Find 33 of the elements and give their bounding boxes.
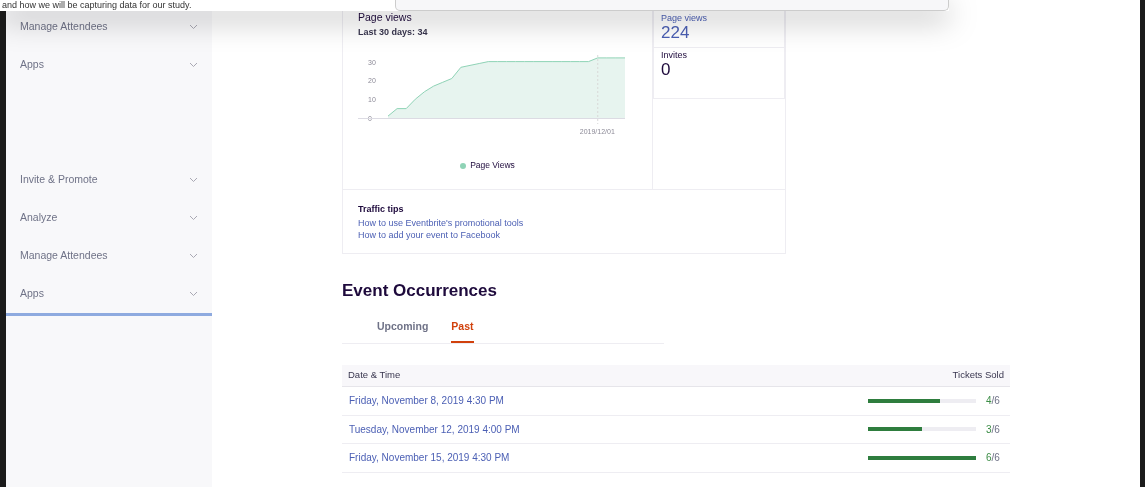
date-link[interactable]: Tuesday, November 12, 2019 4:00 PM	[349, 421, 520, 437]
legend-label: Page Views	[470, 159, 515, 172]
chevron-icon	[189, 24, 198, 30]
tickets-count: 4/6	[986, 394, 1001, 409]
tickets-count: 6/6	[986, 451, 1001, 466]
dialog-text: and how we will be capturing data for our study.	[0, 0, 355, 11]
stat-value: 224	[661, 23, 691, 43]
sidebar-item[interactable]: Analyze	[6, 199, 212, 237]
sidebar-item[interactable]: Manage Attendees	[6, 237, 212, 275]
stat-label: Page views	[661, 14, 709, 24]
chevron-icon	[189, 215, 198, 221]
tickets-count: 3/6	[986, 422, 1001, 437]
date-link[interactable]: Friday, November 8, 2019 4:30 PM	[349, 393, 504, 409]
chevron-icon	[189, 177, 198, 183]
tab[interactable]: Upcoming	[377, 315, 429, 344]
chevron-icon	[189, 62, 198, 68]
column-header: Tickets Sold	[952, 368, 1004, 383]
card-subtitle: Last 30 days: 34	[358, 25, 429, 39]
sidebar-item[interactable]: Invite & Promote	[6, 161, 212, 199]
date-link[interactable]: Friday, November 15, 2019 4:30 PM	[349, 450, 510, 466]
section-heading: Event Occurrences	[342, 279, 498, 302]
stat-value: 0	[661, 60, 672, 80]
column-header: Date & Time	[348, 368, 401, 383]
chevron-icon	[189, 291, 198, 297]
sidebar-item[interactable]: Apps	[6, 275, 212, 313]
chevron-icon	[189, 253, 198, 259]
stat-label: Invites	[661, 51, 688, 61]
tab[interactable]: Past	[451, 315, 474, 344]
sidebar-item[interactable]: Apps	[6, 46, 212, 84]
tip-link[interactable]: How to add your event to Facebook	[358, 228, 770, 241]
section-title: Traffic tips	[358, 203, 405, 216]
card-title: Page views	[358, 10, 413, 25]
tip-link[interactable]: How to use Eventbrite's promotional tools	[358, 216, 770, 229]
